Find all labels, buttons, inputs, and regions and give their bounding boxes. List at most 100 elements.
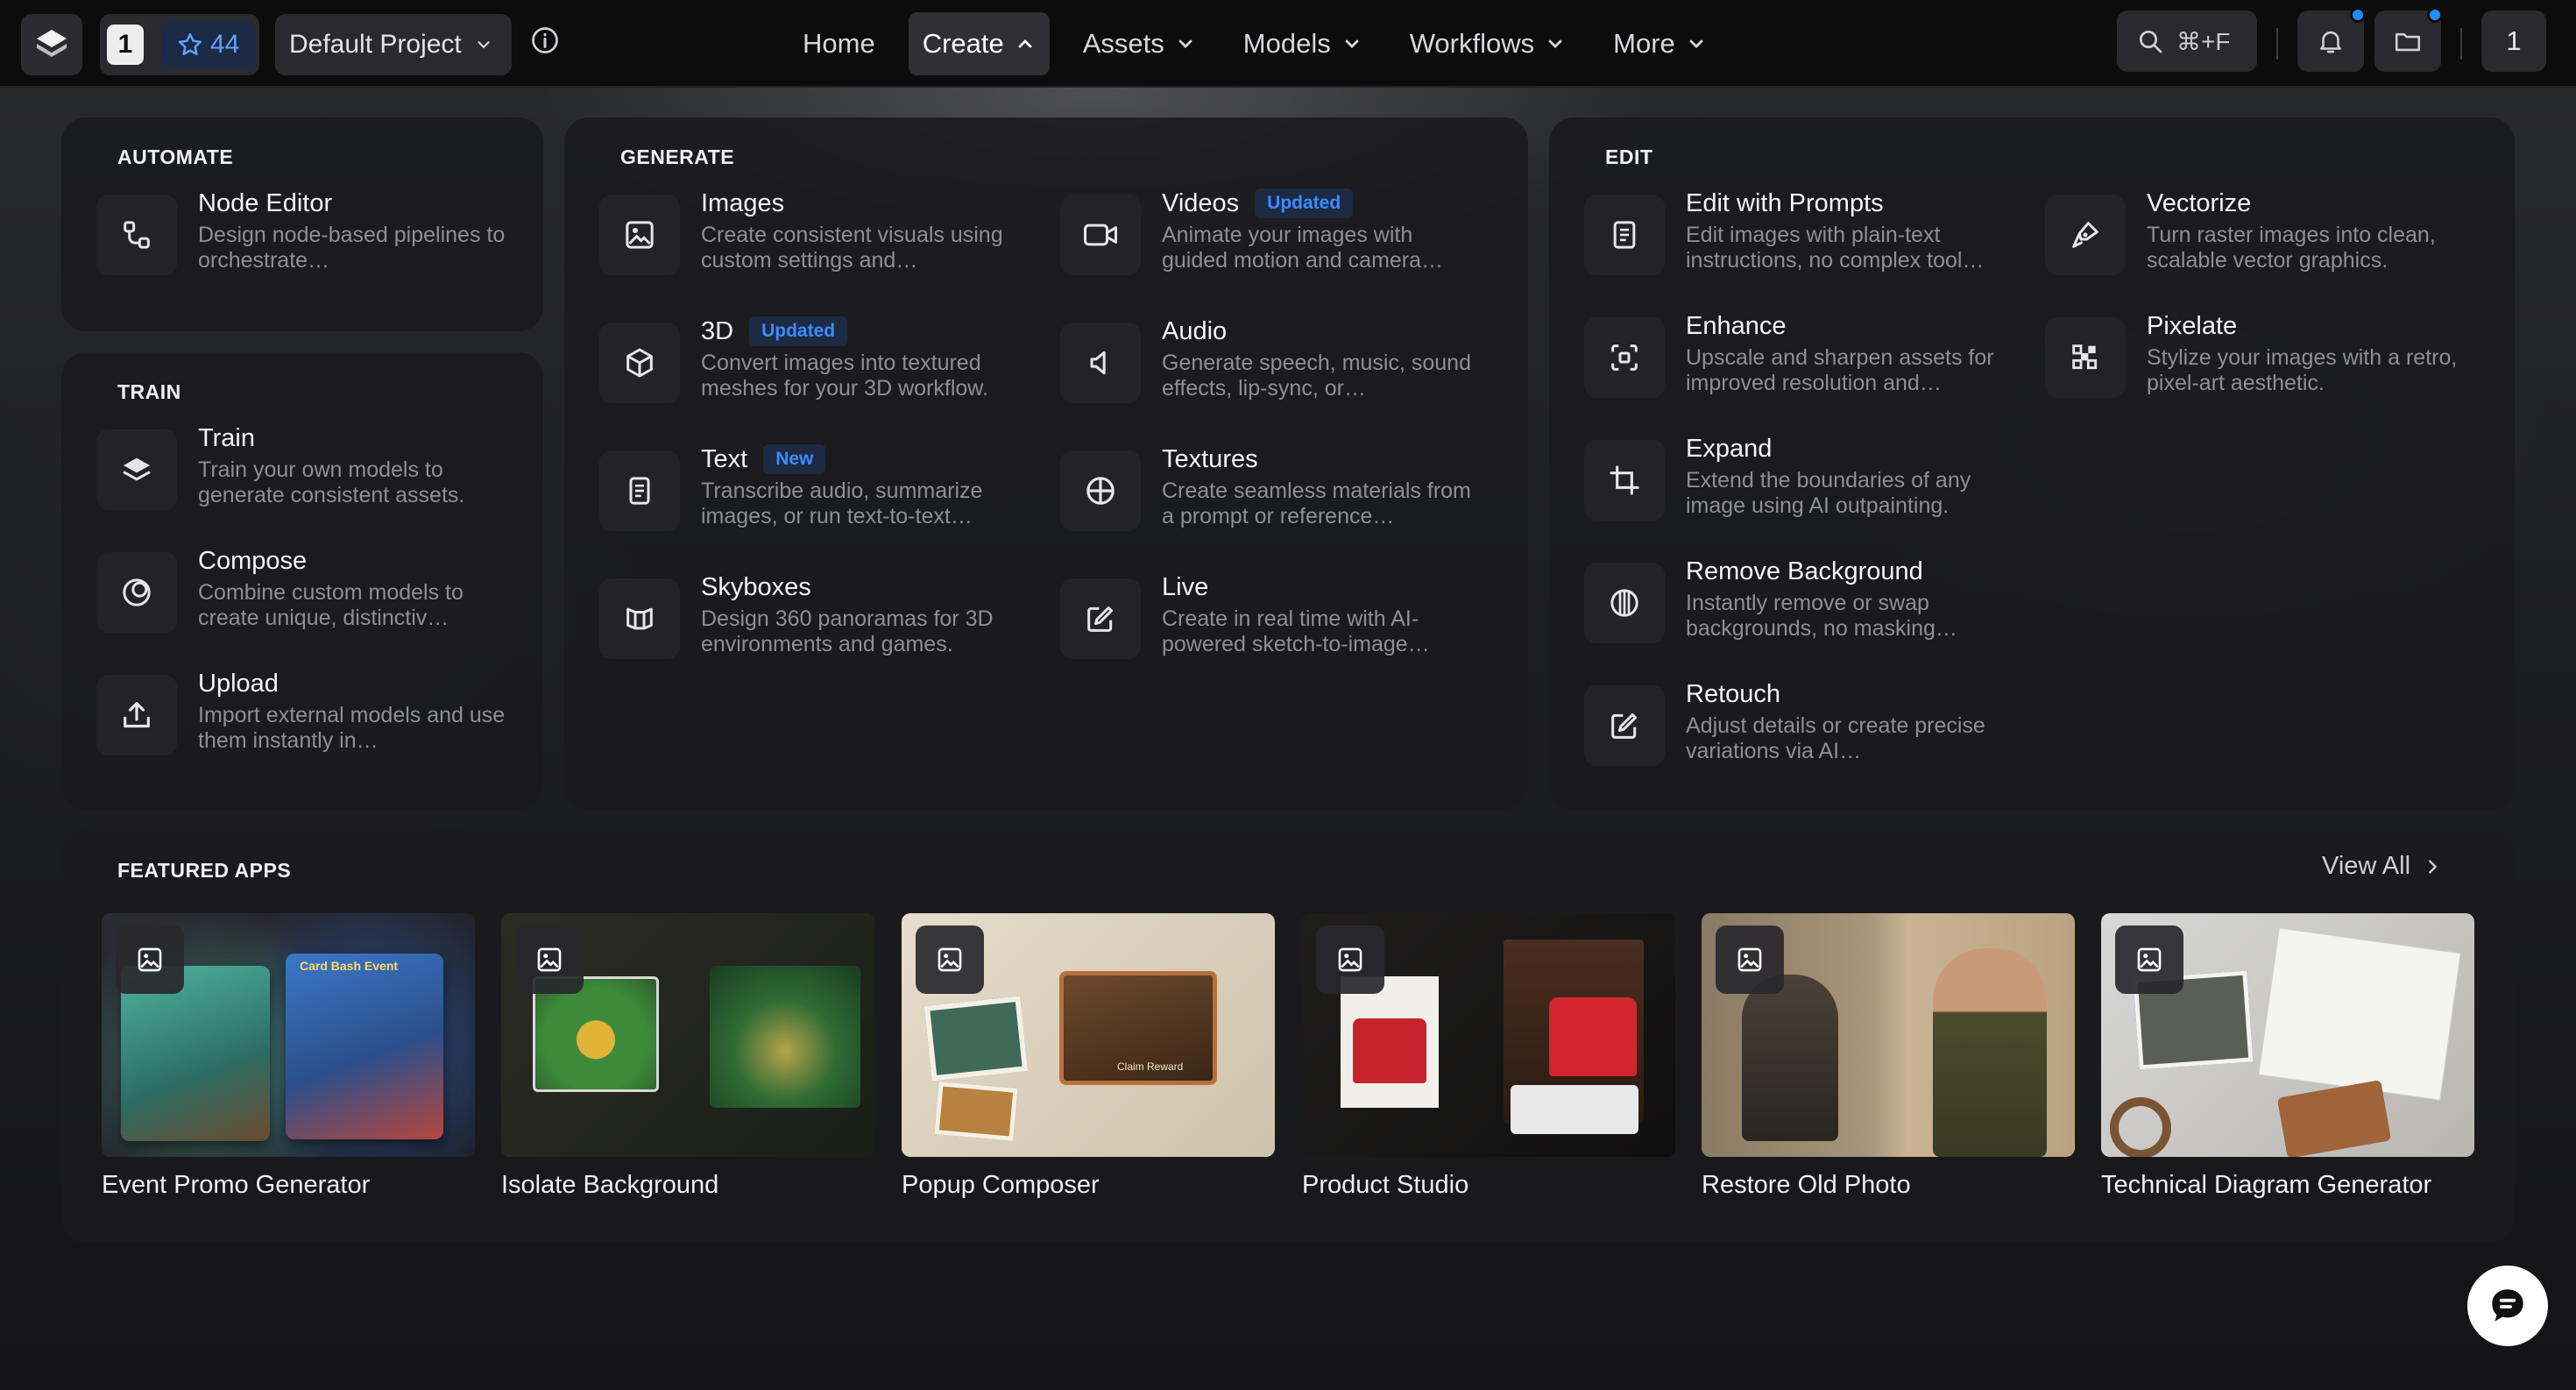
image-icon <box>2115 925 2183 994</box>
search-shortcut: ⌘+F <box>2176 27 2231 55</box>
item-description: Combine custom models to create unique, … <box>198 580 464 630</box>
app-card-isolate-background[interactable]: Isolate Background <box>501 913 874 1200</box>
credits-badge[interactable]: 44 <box>161 21 256 68</box>
nav-workflows[interactable]: Workflows <box>1396 12 1580 75</box>
updated-badge: Updated <box>749 316 848 346</box>
menu-item-compose[interactable]: Compose Combine custom models to create … <box>96 545 543 642</box>
menu-item-upload[interactable]: Upload Import external models and use th… <box>96 668 543 764</box>
item-description: Import external models and use them inst… <box>198 703 506 753</box>
folder-button[interactable] <box>2374 7 2443 72</box>
item-title: Live <box>1162 573 1209 601</box>
view-all-link[interactable]: View All <box>2322 852 2442 881</box>
image-icon <box>599 195 680 275</box>
app-card-label: Popup Composer <box>902 1171 1100 1199</box>
item-title: Expand <box>1686 435 1773 463</box>
chevron-down-icon <box>1689 39 1703 48</box>
image-icon <box>515 925 584 994</box>
divider <box>2276 28 2278 60</box>
menu-item-vectorize[interactable]: Vectorize Turn raster images into clean,… <box>2045 188 2492 284</box>
menu-item-images[interactable]: Images Create consistent visuals using c… <box>599 188 1046 284</box>
app-card-product-studio[interactable]: Product Studio <box>1302 913 1675 1200</box>
app-card-label: Product Studio <box>1302 1171 1469 1199</box>
menu-item-textures[interactable]: Textures Create seamless materials from … <box>1060 443 1507 540</box>
info-icon[interactable] <box>529 25 561 56</box>
app-card-label: Event Promo Generator <box>102 1171 371 1199</box>
item-description: Turn raster images into clean, scalable … <box>2147 223 2436 273</box>
nav-models-label: Models <box>1242 28 1331 59</box>
main-nav: Home Create Assets Models Workflows More <box>789 9 1721 79</box>
workspace-badge[interactable]: 1 44 <box>100 14 259 75</box>
app-card-technical-diagram-generator[interactable]: Technical Diagram Generator <box>2101 913 2474 1200</box>
project-selector[interactable]: Default Project <box>275 14 512 75</box>
nav-home[interactable]: Home <box>789 12 889 75</box>
menu-item-node-editor[interactable]: Node Editor Design node-based pipelines … <box>96 188 543 284</box>
pen-tool-icon <box>2045 195 2126 275</box>
item-title: Upload <box>198 670 279 698</box>
app-thumbnail <box>2101 913 2474 1157</box>
notification-dot <box>2350 7 2366 23</box>
item-description: Convert images into textured meshes for … <box>701 351 988 401</box>
menu-item-train[interactable]: Train Train your own models to generate … <box>96 422 543 519</box>
menu-item-skyboxes[interactable]: Skyboxes Design 360 panoramas for 3D env… <box>599 571 1046 668</box>
new-badge: New <box>763 444 826 474</box>
chevron-right-icon <box>2429 859 2438 874</box>
app-logo[interactable] <box>21 14 82 75</box>
top-bar: 1 44 Default Project Home Create Assets … <box>0 0 2576 88</box>
chevron-down-icon <box>1178 39 1192 48</box>
crop-expand-icon <box>1584 440 1665 521</box>
item-title: Images <box>701 189 785 217</box>
menu-item-remove-background[interactable]: Remove Background Instantly remove or sw… <box>1584 556 2031 652</box>
item-description: Train your own models to generate consis… <box>198 457 465 507</box>
retouch-icon <box>1584 685 1665 766</box>
document-icon <box>599 450 680 531</box>
thumbnail-caption: Claim Reward <box>1117 1060 1184 1073</box>
menu-item-retouch[interactable]: Retouch Adjust details or create precise… <box>1584 678 2031 775</box>
menu-item-expand[interactable]: Expand Extend the boundaries of any imag… <box>1584 433 2031 529</box>
menu-item-videos[interactable]: Videos Updated Animate your images with g… <box>1060 188 1507 284</box>
item-title: Textures <box>1162 445 1258 473</box>
chat-icon <box>2492 1289 2523 1322</box>
live-edit-icon <box>1060 578 1141 659</box>
texture-icon <box>1060 450 1141 531</box>
nav-home-label: Home <box>803 28 875 59</box>
remove-bg-icon <box>1584 563 1665 643</box>
item-title: Skyboxes <box>701 573 811 601</box>
app-card-label: Isolate Background <box>501 1171 719 1199</box>
app-card-popup-composer[interactable]: Claim Reward Popup Composer <box>902 913 1275 1200</box>
menu-item-3d[interactable]: 3D Updated Convert images into textured m… <box>599 316 1046 412</box>
chevron-down-icon <box>1548 39 1562 48</box>
menu-item-audio[interactable]: Audio Generate speech, music, sound effe… <box>1060 316 1507 412</box>
item-title: Pixelate <box>2147 312 2238 340</box>
item-title: Videos <box>1162 189 1240 217</box>
node-editor-icon <box>96 195 177 275</box>
search-button[interactable]: ⌘+F <box>2117 11 2257 72</box>
item-description: Design 360 panoramas for 3D environments… <box>701 606 994 656</box>
user-initial: 1 <box>2506 25 2522 56</box>
generate-title: GENERATE <box>620 145 735 168</box>
nav-more-label: More <box>1613 28 1675 59</box>
app-card-label: Restore Old Photo <box>1702 1171 1911 1199</box>
chevron-down-icon <box>1345 39 1359 48</box>
cube-icon <box>599 323 680 403</box>
menu-item-pixelate[interactable]: Pixelate Stylize your images with a retr… <box>2045 310 2492 407</box>
user-avatar-button[interactable]: 1 <box>2481 11 2546 72</box>
image-icon <box>916 925 984 994</box>
menu-item-live[interactable]: Live Create in real time with AI-powered… <box>1060 571 1507 668</box>
chevron-down-icon <box>478 41 490 49</box>
nav-create[interactable]: Create <box>908 12 1050 75</box>
nav-models[interactable]: Models <box>1229 12 1376 75</box>
thumbnail-caption: Card Bash Event <box>300 959 399 973</box>
app-card-restore-old-photo[interactable]: Restore Old Photo <box>1702 913 2075 1200</box>
automate-title: AUTOMATE <box>117 145 234 168</box>
nav-workflows-label: Workflows <box>1409 28 1535 59</box>
menu-item-text[interactable]: Text New Transcribe audio, summarize imag… <box>599 443 1046 540</box>
notifications-button[interactable] <box>2297 7 2366 72</box>
app-card-event-promo-generator[interactable]: Card Bash Event Event Promo Generator <box>102 913 475 1200</box>
nav-assets[interactable]: Assets <box>1069 12 1210 75</box>
updated-badge: Updated <box>1255 188 1354 218</box>
menu-item-edit-with-prompts[interactable]: Edit with Prompts Edit images with plain… <box>1584 188 2031 284</box>
automate-panel: AUTOMATE Node Editor Design node-based p… <box>61 117 543 331</box>
chat-support-button[interactable] <box>2467 1266 2548 1346</box>
menu-item-enhance[interactable]: Enhance Upscale and sharpen assets for i… <box>1584 310 2031 407</box>
nav-more[interactable]: More <box>1599 12 1721 75</box>
